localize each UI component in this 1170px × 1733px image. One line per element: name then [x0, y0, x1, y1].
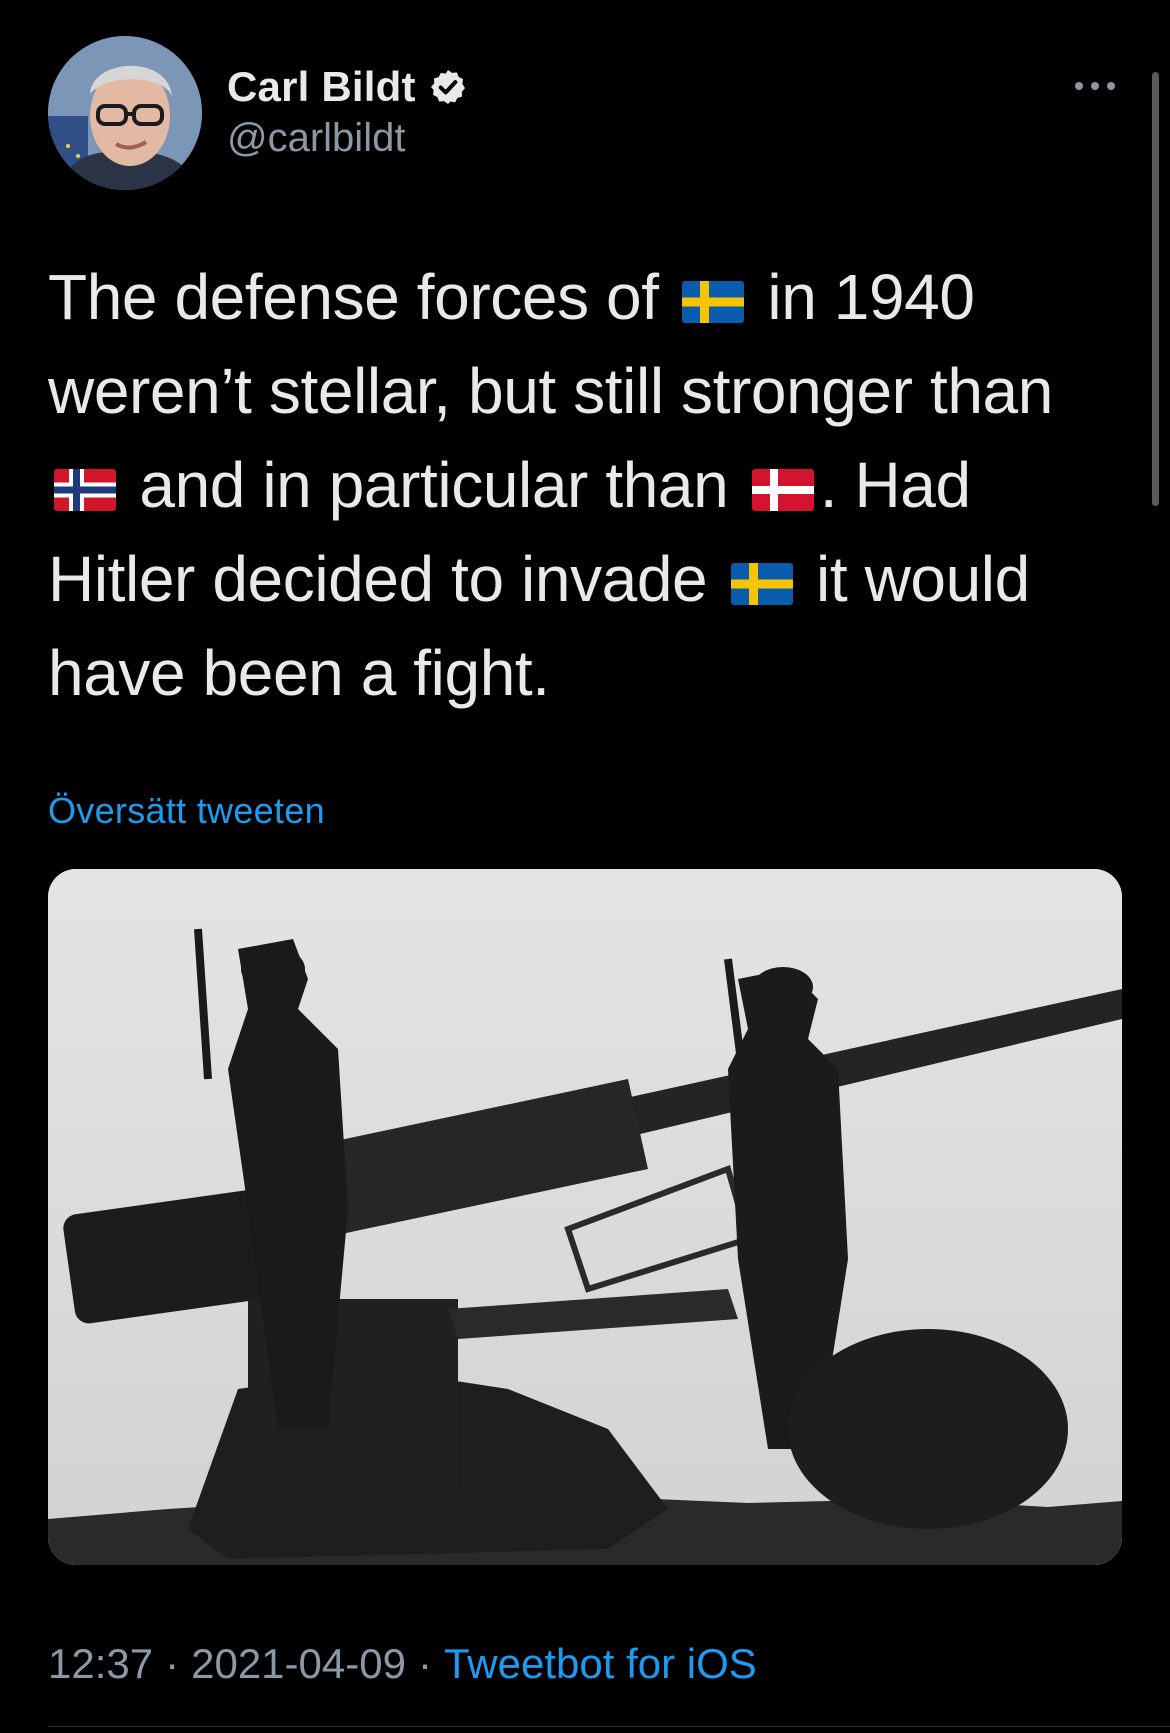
tweet-text-line: weren’t stellar, but still stronger than: [48, 344, 1088, 438]
author-name-row[interactable]: Carl Bildt: [227, 62, 468, 112]
avatar-photo: [48, 36, 202, 190]
tweet-text-segment: Hitler decided to invade: [48, 543, 725, 615]
tweet-text-line: and in particular than . Had: [48, 438, 1088, 532]
scrollbar[interactable]: [1152, 72, 1159, 506]
meta-separator: ·: [165, 1640, 180, 1687]
more-horizontal-icon[interactable]: [1072, 72, 1118, 100]
author-display-name[interactable]: Carl Bildt: [227, 63, 416, 111]
avatar[interactable]: [48, 36, 202, 190]
author-handle[interactable]: @carlbildt: [227, 116, 405, 161]
tweet-date[interactable]: 2021-04-09: [191, 1640, 406, 1687]
verified-badge-icon: [430, 70, 465, 104]
tweet-text-segment: . Had: [819, 449, 971, 521]
tweet-text-segment: in 1940: [750, 261, 975, 333]
tweet-text: The defense forces of in 1940 weren’t ste…: [48, 250, 1088, 720]
media-photo: [48, 869, 1122, 1565]
tweet-text-line: Hitler decided to invade it would: [48, 532, 1088, 626]
tweet-text-line: have been a fight.: [48, 626, 1088, 720]
tweet-meta-row: 12:37 · 2021-04-09 · Tweetbot for iOS: [48, 1640, 757, 1688]
tweet-text-line: The defense forces of in 1940: [48, 250, 1088, 344]
tweet-text-segment: it would: [798, 543, 1030, 615]
norway-flag-icon: [54, 469, 116, 511]
tweet-time[interactable]: 12:37: [48, 1640, 153, 1687]
translate-tweet-link[interactable]: Översätt tweeten: [48, 790, 325, 832]
denmark-flag-icon: [751, 469, 814, 511]
sweden-flag-icon: [682, 281, 745, 323]
tweet-text-segment: have been a fight.: [48, 637, 550, 709]
tweet-source-link[interactable]: Tweetbot for iOS: [444, 1640, 757, 1687]
tweet-text-segment: The defense forces of: [48, 261, 677, 333]
meta-separator: ·: [417, 1640, 432, 1687]
tweet-text-segment: and in particular than: [122, 449, 746, 521]
divider: [48, 1726, 1170, 1727]
tweet-text-segment: weren’t stellar, but still stronger than: [48, 355, 1053, 427]
tweet-media-image[interactable]: [48, 869, 1122, 1565]
sweden-flag-icon: [730, 563, 793, 605]
